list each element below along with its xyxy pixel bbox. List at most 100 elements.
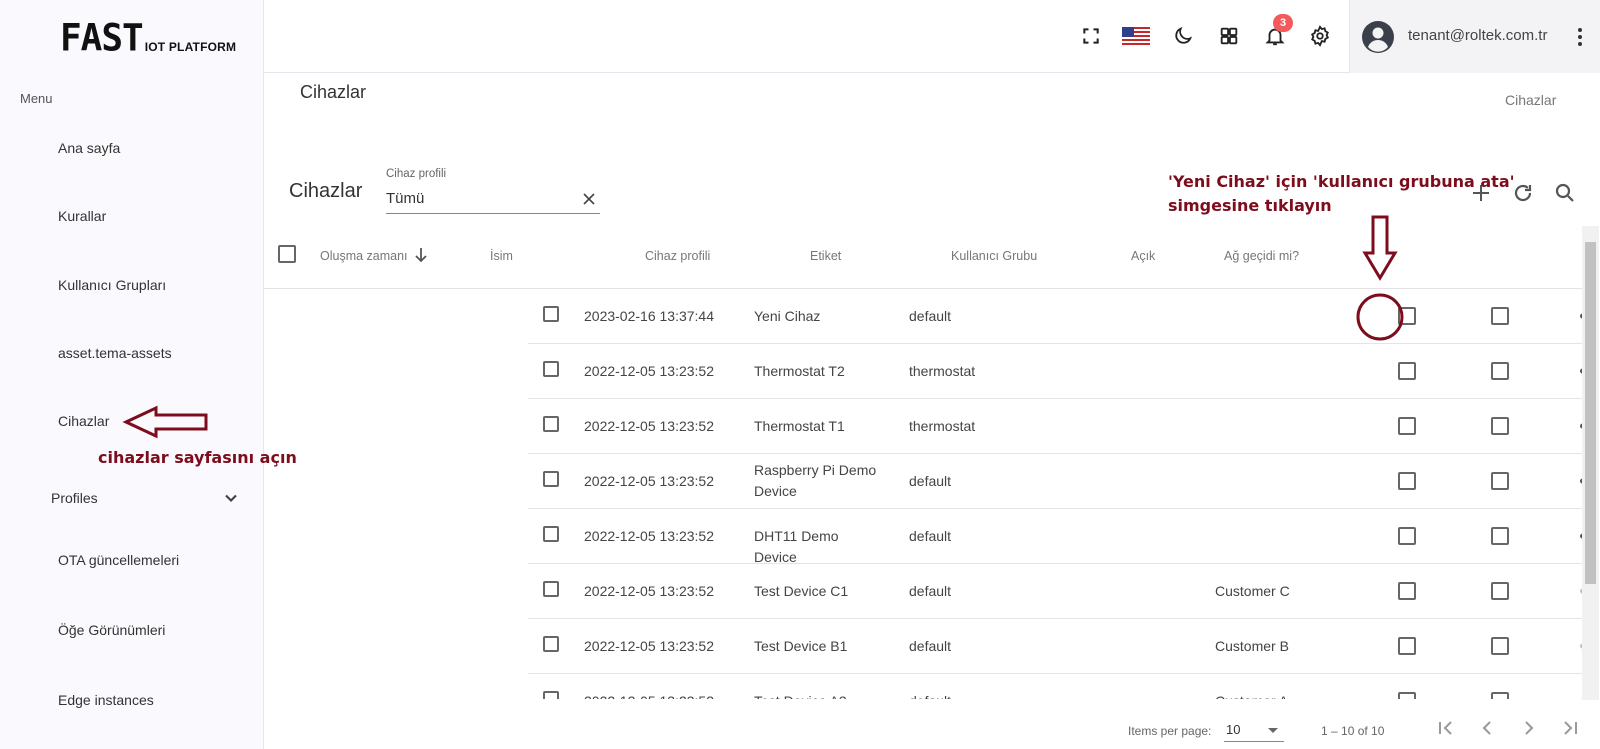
select-all-checkbox[interactable] bbox=[278, 245, 296, 263]
sidebar-item-home[interactable]: Ana sayfa bbox=[58, 140, 120, 156]
column-profile[interactable]: Cihaz profili bbox=[645, 249, 710, 263]
cell-profile: default bbox=[909, 583, 952, 599]
items-per-page-label: Items per page: bbox=[1128, 724, 1212, 738]
app-root: FAST IOT PLATFORM Menu Ana sayfa Kuralla… bbox=[0, 0, 1600, 749]
cell-gateway-checkbox[interactable] bbox=[1491, 472, 1509, 490]
table-row[interactable]: 2022-12-05 13:23:52 Test Device B1 default… bbox=[528, 619, 1582, 674]
share-icon[interactable] bbox=[1574, 524, 1582, 548]
share-icon[interactable] bbox=[1574, 634, 1582, 658]
cell-public-checkbox[interactable] bbox=[1398, 692, 1416, 699]
search-icon[interactable] bbox=[1553, 181, 1577, 205]
us-flag-icon[interactable] bbox=[1122, 24, 1150, 48]
cell-created: 2022-12-05 13:23:52 bbox=[584, 418, 714, 434]
cell-name: Test Device C1 bbox=[754, 583, 849, 599]
page-size-select[interactable]: 10 bbox=[1224, 720, 1284, 742]
sidebar-item-rules[interactable]: Kurallar bbox=[58, 208, 106, 224]
annotation-assign-hint-line2: simgesine tıklayın bbox=[1168, 196, 1332, 215]
row-select-checkbox[interactable] bbox=[543, 361, 559, 377]
page-size-value: 10 bbox=[1226, 722, 1241, 737]
cell-gateway-checkbox[interactable] bbox=[1491, 582, 1509, 600]
cell-public-checkbox[interactable] bbox=[1398, 582, 1416, 600]
cell-gateway-checkbox[interactable] bbox=[1491, 637, 1509, 655]
gear-icon[interactable] bbox=[1308, 24, 1332, 48]
row-select-checkbox[interactable] bbox=[543, 526, 559, 542]
user-email[interactable]: tenant@roltek.com.tr bbox=[1408, 27, 1547, 44]
column-customer[interactable]: Kullanıcı Grubu bbox=[951, 249, 1037, 263]
avatar[interactable] bbox=[1362, 21, 1394, 53]
cell-public-checkbox[interactable] bbox=[1398, 362, 1416, 380]
chevron-down-icon bbox=[221, 488, 241, 508]
share-icon[interactable] bbox=[1574, 359, 1582, 383]
cell-gateway-checkbox[interactable] bbox=[1491, 362, 1509, 380]
cell-gateway-checkbox[interactable] bbox=[1491, 527, 1509, 545]
column-label[interactable]: Etiket bbox=[810, 249, 841, 263]
next-page-icon[interactable] bbox=[1517, 716, 1541, 740]
cell-profile: default bbox=[909, 691, 951, 699]
row-select-checkbox[interactable] bbox=[543, 691, 559, 699]
breadcrumb[interactable]: Cihazlar bbox=[1505, 92, 1556, 108]
refresh-icon[interactable] bbox=[1511, 181, 1535, 205]
share-icon[interactable] bbox=[1574, 689, 1582, 699]
first-page-icon[interactable] bbox=[1434, 716, 1458, 740]
cell-gateway-checkbox[interactable] bbox=[1491, 417, 1509, 435]
table-row[interactable]: 2022-12-05 13:23:52 Thermostat T2 thermost… bbox=[528, 344, 1582, 399]
apps-grid-icon[interactable] bbox=[1217, 24, 1241, 48]
cell-created: 2023-02-16 13:37:44 bbox=[584, 308, 714, 324]
cell-public-checkbox[interactable] bbox=[1398, 637, 1416, 655]
cell-name: Thermostat T2 bbox=[754, 363, 845, 379]
table-row[interactable]: 2023-02-16 13:37:44 Yeni Cihaz default bbox=[528, 289, 1582, 344]
cell-customer: Customer A bbox=[1215, 691, 1288, 699]
paginator: Items per page: 10 1 – 10 of 10 bbox=[264, 700, 1600, 749]
previous-page-icon[interactable] bbox=[1475, 716, 1499, 740]
table-row[interactable]: 2022-12-05 13:23:52 Thermostat T1 thermost… bbox=[528, 399, 1582, 454]
cell-name: Raspberry Pi Demo Device bbox=[754, 462, 877, 499]
row-select-checkbox[interactable] bbox=[543, 636, 559, 652]
sidebar-item-widgets[interactable]: Öğe Görünümleri bbox=[58, 622, 165, 638]
sidebar-item-customers[interactable]: Kullanıcı Grupları bbox=[58, 277, 166, 293]
row-select-checkbox[interactable] bbox=[543, 306, 559, 322]
cell-public-checkbox[interactable] bbox=[1398, 472, 1416, 490]
table-row[interactable]: 2022-12-05 13:23:52 Test Device A3 default… bbox=[528, 674, 1582, 699]
share-icon[interactable] bbox=[1574, 579, 1582, 603]
clear-icon[interactable] bbox=[582, 192, 596, 206]
moon-icon[interactable] bbox=[1171, 24, 1195, 48]
column-name[interactable]: İsim bbox=[490, 249, 513, 263]
arrow-down-icon[interactable] bbox=[413, 246, 429, 264]
cell-gateway-checkbox[interactable] bbox=[1491, 692, 1509, 699]
cell-public-checkbox[interactable] bbox=[1398, 527, 1416, 545]
sidebar-item-assets[interactable]: asset.tema-assets bbox=[58, 345, 172, 361]
device-profile-filter-value: Tümü bbox=[386, 190, 425, 207]
table-row[interactable]: 2022-12-05 13:23:52 Raspberry Pi Demo Dev… bbox=[528, 454, 1582, 509]
cell-profile: default bbox=[909, 308, 952, 324]
row-select-checkbox[interactable] bbox=[543, 471, 559, 487]
table-scrollbar-thumb[interactable] bbox=[1585, 242, 1596, 584]
share-icon[interactable] bbox=[1574, 469, 1582, 493]
last-page-icon[interactable] bbox=[1558, 716, 1582, 740]
share-icon[interactable] bbox=[1574, 414, 1582, 438]
table-row[interactable]: 2022-12-05 13:23:52 Test Device C1 default… bbox=[528, 564, 1582, 619]
sidebar-item-devices[interactable]: Cihazlar bbox=[58, 413, 109, 429]
table-row[interactable]: 2022-12-05 13:23:52 DHT11 Demo Device defa… bbox=[528, 509, 1582, 565]
cell-name: Test Device A3 bbox=[754, 691, 884, 699]
notification-badge: 3 bbox=[1273, 14, 1293, 32]
share-icon[interactable] bbox=[1574, 304, 1582, 328]
more-vert-icon[interactable] bbox=[1570, 26, 1590, 48]
sidebar-item-ota[interactable]: OTA güncellemeleri bbox=[58, 552, 179, 568]
column-created[interactable]: Oluşma zamanı bbox=[320, 249, 408, 263]
sidebar-group-label: Profiles bbox=[51, 490, 98, 506]
column-public[interactable]: Açık bbox=[1131, 249, 1155, 263]
brand-logo[interactable]: FAST IOT PLATFORM bbox=[60, 18, 237, 59]
device-profile-filter[interactable]: Tümü bbox=[386, 188, 600, 214]
row-select-checkbox[interactable] bbox=[543, 581, 559, 597]
annotation-arrow-left-icon bbox=[122, 405, 208, 439]
sidebar-item-edge[interactable]: Edge instances bbox=[58, 692, 154, 708]
fullscreen-icon[interactable] bbox=[1079, 24, 1103, 48]
page-range: 1 – 10 of 10 bbox=[1321, 724, 1385, 738]
cell-created: 2022-12-05 13:23:52 bbox=[584, 528, 714, 544]
sidebar-group-profiles[interactable]: Profiles bbox=[51, 488, 241, 508]
cell-gateway-checkbox[interactable] bbox=[1491, 307, 1509, 325]
cell-public-checkbox[interactable] bbox=[1398, 417, 1416, 435]
column-gateway[interactable]: Ağ geçidi mi? bbox=[1224, 249, 1299, 263]
brand-subtitle: IOT PLATFORM bbox=[144, 40, 237, 54]
row-select-checkbox[interactable] bbox=[543, 416, 559, 432]
